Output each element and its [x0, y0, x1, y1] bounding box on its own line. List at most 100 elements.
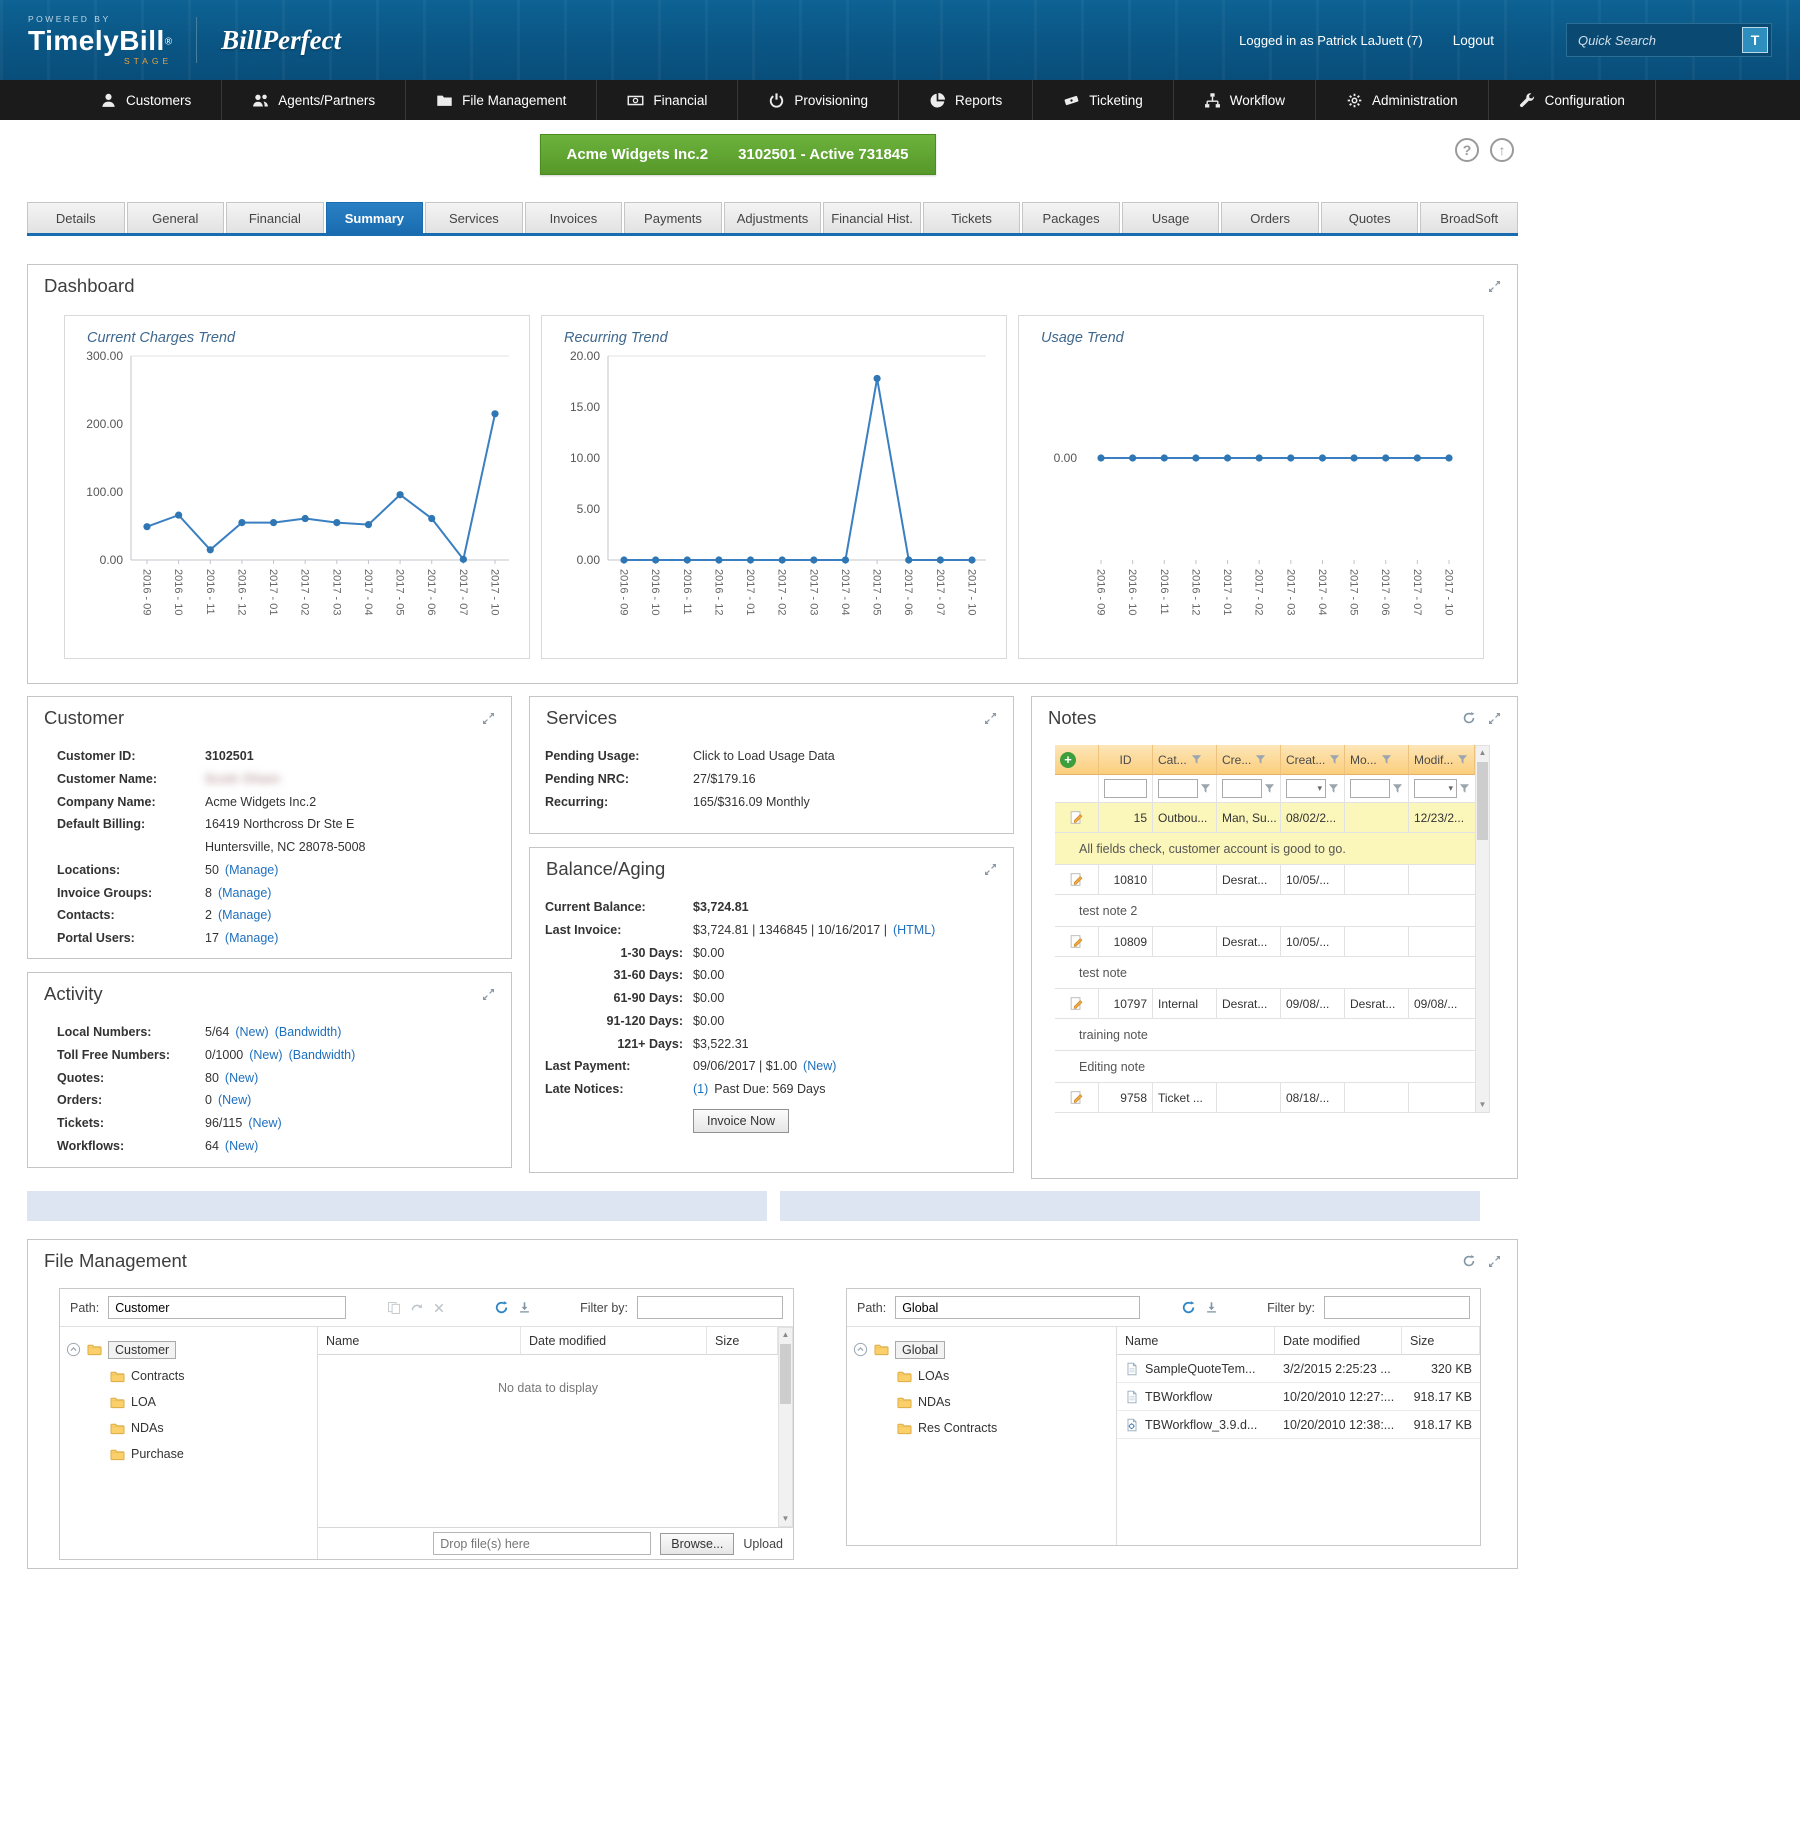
collapsed-panel[interactable] — [27, 1191, 767, 1221]
file-row[interactable]: TBWorkflow 10/20/2010 12:27:... 918.17 KB — [1117, 1383, 1480, 1411]
nav-item-file-management[interactable]: File Management — [405, 80, 596, 120]
filter-funnel-icon[interactable] — [1191, 754, 1202, 765]
notes-filter-input[interactable] — [1158, 779, 1198, 798]
inline-link[interactable]: (Manage) — [225, 929, 279, 948]
scroll-down-icon[interactable]: ▼ — [1479, 1100, 1487, 1110]
notes-scrollbar[interactable]: ▲ ▼ — [1475, 745, 1490, 1113]
nav-item-ticketing[interactable]: Ticketing — [1032, 80, 1173, 120]
tab-details[interactable]: Details — [27, 202, 125, 233]
file-column-header[interactable]: Size — [707, 1327, 778, 1355]
note-row[interactable]: 9758 Ticket ... 08/18/... — [1055, 1083, 1475, 1113]
edit-note-icon[interactable] — [1069, 810, 1084, 825]
tree-node[interactable]: Contracts — [66, 1363, 311, 1389]
refresh-icon[interactable] — [1462, 711, 1476, 725]
nav-item-provisioning[interactable]: Provisioning — [737, 80, 898, 120]
note-row[interactable]: 10797 Internal Desrat... 09/08/... Desrat...… — [1055, 989, 1475, 1019]
scroll-down-icon[interactable]: ▼ — [782, 1514, 790, 1524]
tab-broadsoft[interactable]: BroadSoft — [1420, 202, 1518, 233]
note-row[interactable]: 15 Outbou... Man, Su... 08/02/2... 12/23/2..… — [1055, 803, 1475, 833]
path-input[interactable] — [895, 1296, 1141, 1319]
notes-column-header[interactable]: Cat... — [1153, 745, 1217, 775]
refresh-icon[interactable] — [1462, 1254, 1476, 1268]
inline-link[interactable]: (New) — [218, 1091, 251, 1110]
nav-item-administration[interactable]: Administration — [1315, 80, 1488, 120]
edit-note-icon[interactable] — [1069, 934, 1084, 949]
notes-filter-select[interactable]: ▾ — [1414, 779, 1457, 798]
browse-button[interactable]: Browse... — [660, 1532, 735, 1555]
tab-services[interactable]: Services — [425, 202, 523, 233]
nav-item-reports[interactable]: Reports — [897, 80, 1032, 120]
filter-funnel-icon[interactable] — [1328, 783, 1339, 794]
tree-node[interactable]: NDAs — [853, 1389, 1110, 1415]
inline-link[interactable]: (New) — [249, 1046, 282, 1065]
collapsed-panel[interactable] — [780, 1191, 1480, 1221]
timelybill-logo[interactable]: POWERED BY TimelyBill® STAGE — [28, 15, 172, 65]
notes-column-header[interactable]: Mo... — [1345, 745, 1409, 775]
file-row[interactable]: SampleQuoteTem... 3/2/2015 2:25:23 ... 320… — [1117, 1355, 1480, 1383]
nav-item-configuration[interactable]: Configuration — [1487, 80, 1656, 120]
tree-node[interactable]: LOAs — [853, 1363, 1110, 1389]
inline-link[interactable]: (Manage) — [225, 861, 279, 880]
collapse-panel-icon[interactable] — [482, 988, 495, 1001]
tab-packages[interactable]: Packages — [1022, 202, 1120, 233]
inline-link[interactable]: (Bandwidth) — [275, 1023, 342, 1042]
tab-invoices[interactable]: Invoices — [524, 202, 623, 233]
filter-funnel-icon[interactable] — [1264, 783, 1275, 794]
tab-financial-hist[interactable]: Financial Hist. — [823, 202, 921, 233]
inline-link[interactable]: (Manage) — [218, 906, 272, 925]
note-row[interactable]: 10810 Desrat... 10/05/... — [1055, 865, 1475, 895]
collapse-panel-icon[interactable] — [984, 863, 997, 876]
tab-summary[interactable]: Summary — [325, 202, 424, 233]
scroll-thumb[interactable] — [1477, 762, 1488, 840]
notes-column-header[interactable]: Cre... — [1217, 745, 1281, 775]
notes-filter-input[interactable] — [1104, 779, 1147, 798]
edit-note-icon[interactable] — [1069, 872, 1084, 887]
tree-node[interactable]: NDAs — [66, 1415, 311, 1441]
inline-link[interactable]: (New) — [225, 1137, 258, 1156]
file-column-header[interactable]: Name — [1117, 1327, 1275, 1355]
refresh-icon[interactable] — [1181, 1300, 1196, 1315]
collapse-panel-icon[interactable] — [1488, 712, 1501, 725]
filter-funnel-icon[interactable] — [1255, 754, 1266, 765]
edit-note-icon[interactable] — [1069, 996, 1084, 1011]
note-row[interactable]: 10809 Desrat... 10/05/... — [1055, 927, 1475, 957]
nav-item-agents-partners[interactable]: Agents/Partners — [221, 80, 405, 120]
inline-link[interactable]: (Bandwidth) — [289, 1046, 356, 1065]
notes-filter-input[interactable] — [1222, 779, 1262, 798]
filter-funnel-icon[interactable] — [1459, 783, 1470, 794]
inline-link[interactable]: (New) — [248, 1114, 281, 1133]
quick-search-button[interactable]: T — [1742, 27, 1768, 53]
inline-link[interactable]: (New) — [803, 1057, 836, 1076]
notes-column-header[interactable]: Modif... — [1409, 745, 1475, 775]
edit-note-icon[interactable] — [1069, 1090, 1084, 1105]
filter-funnel-icon[interactable] — [1457, 754, 1468, 765]
file-column-header[interactable]: Date modified — [1275, 1327, 1402, 1355]
filter-funnel-icon[interactable] — [1200, 783, 1211, 794]
notes-column-header[interactable]: ID — [1099, 745, 1153, 775]
collapse-panel-icon[interactable] — [1488, 1255, 1501, 1268]
collapse-toggle-icon[interactable] — [66, 1342, 81, 1357]
inline-link[interactable]: (HTML) — [893, 921, 935, 940]
invoice-now-button[interactable]: Invoice Now — [693, 1108, 790, 1133]
tree-node-root[interactable]: Global — [853, 1336, 1110, 1363]
help-icon[interactable]: ? — [1455, 138, 1479, 162]
notes-filter-input[interactable] — [1350, 779, 1390, 798]
download-icon[interactable] — [518, 1301, 531, 1314]
quick-search-input[interactable] — [1570, 28, 1742, 52]
notes-filter-select[interactable]: ▾ — [1286, 779, 1326, 798]
scroll-thumb[interactable] — [780, 1344, 791, 1404]
collapse-panel-icon[interactable] — [1488, 280, 1501, 293]
tab-orders[interactable]: Orders — [1221, 202, 1319, 233]
collapse-panel-icon[interactable] — [482, 712, 495, 725]
notes-column-header[interactable]: Creat... — [1281, 745, 1345, 775]
scroll-up-icon[interactable]: ▲ — [782, 1330, 790, 1340]
nav-item-customers[interactable]: Customers — [70, 80, 221, 120]
tab-tickets[interactable]: Tickets — [922, 202, 1021, 233]
logout-link[interactable]: Logout — [1453, 33, 1494, 48]
tree-node-root[interactable]: Customer — [66, 1336, 311, 1363]
tab-payments[interactable]: Payments — [624, 202, 722, 233]
file-row[interactable]: TBWorkflow_3.9.d... 10/20/2010 12:38:... 9… — [1117, 1411, 1480, 1439]
filter-input[interactable] — [1324, 1296, 1470, 1319]
inline-link[interactable]: (Manage) — [218, 884, 272, 903]
scroll-top-icon[interactable]: ↑ — [1490, 138, 1514, 162]
